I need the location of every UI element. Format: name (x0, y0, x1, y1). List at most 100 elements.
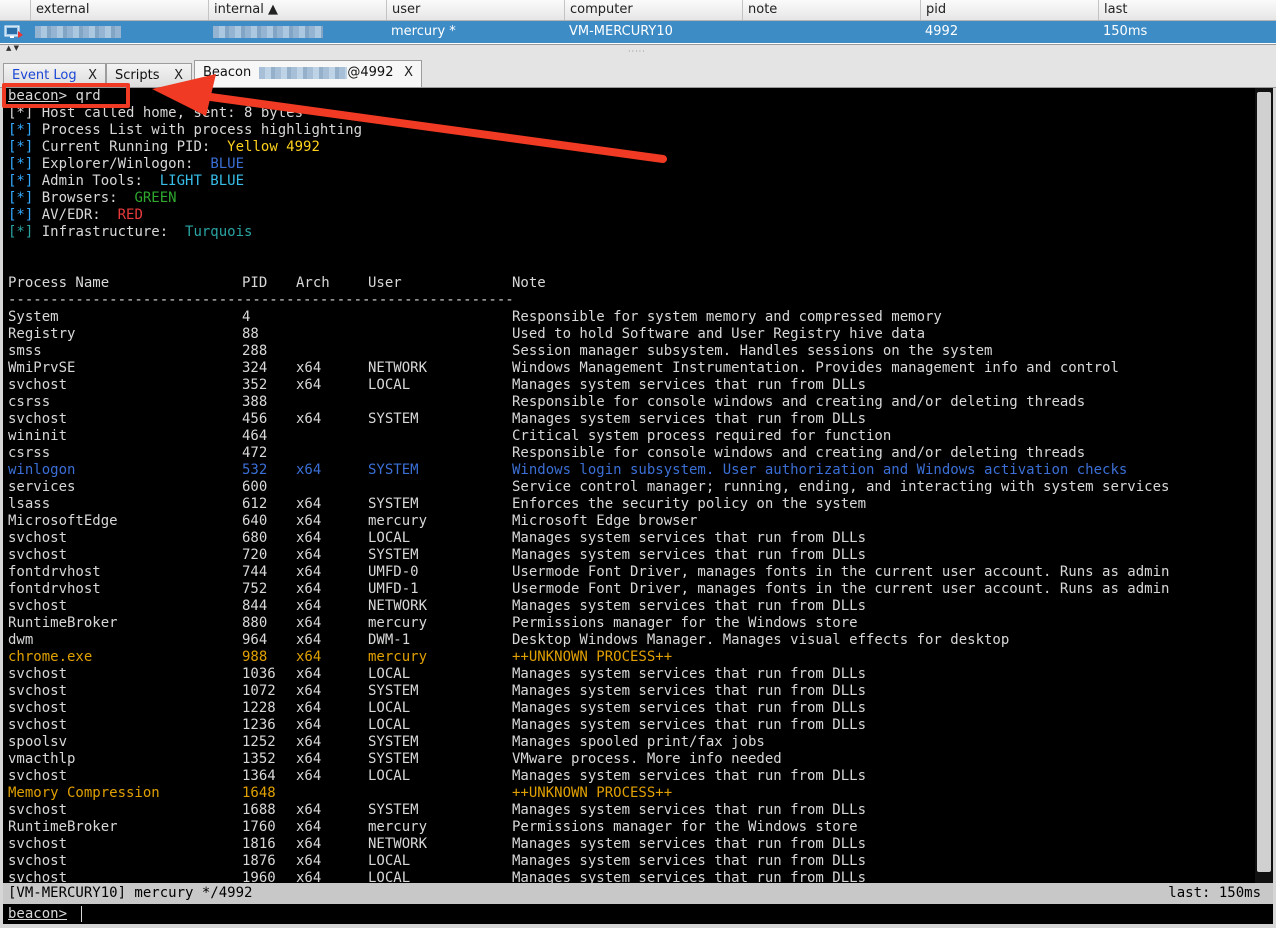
process-pid: 472 (242, 445, 268, 461)
tab-beacon-close-icon[interactable]: X (404, 61, 413, 85)
process-name: csrss (8, 394, 51, 410)
process-row: lsass 612 x64 SYSTEM Enforces the security p… (8, 496, 1248, 513)
column-header-last[interactable]: last (1098, 0, 1276, 20)
process-row: Registry 88 Used to hold Software and User… (8, 326, 1248, 343)
tab-beacon[interactable]: Beacon @4992 X (194, 60, 422, 87)
process-pid: 388 (242, 394, 268, 410)
process-user: mercury (368, 649, 428, 665)
process-user: SYSTEM (368, 411, 419, 427)
process-note: Manages system services that run from DL… (512, 768, 867, 784)
process-pid: 1876 (242, 853, 276, 869)
cell-last: 150ms (1103, 24, 1148, 39)
process-arch: x64 (296, 564, 322, 580)
process-arch: x64 (296, 734, 322, 750)
process-user: LOCAL (368, 768, 411, 784)
splitter-grip-icon[interactable]: ····· (628, 47, 646, 56)
column-header-pid[interactable]: pid (920, 0, 1098, 20)
cell-external (30, 21, 208, 43)
process-pid: 964 (242, 632, 268, 648)
process-name: svchost (8, 700, 68, 716)
process-arch: x64 (296, 513, 322, 529)
process-row: System 4 Responsible for system memory and… (8, 309, 1248, 326)
beacon-console[interactable]: beacon> qrd [*] Host called home, sent: … (3, 88, 1255, 883)
process-pid: 1352 (242, 751, 276, 767)
process-pid: 880 (242, 615, 268, 631)
process-row: svchost 1364 x64 LOCAL Manages system servic… (8, 768, 1248, 785)
process-pid: 1036 (242, 666, 276, 682)
process-pid: 288 (242, 343, 268, 359)
column-header-computer[interactable]: computer (564, 0, 742, 20)
tab-event-log-label: Event Log (12, 68, 77, 83)
process-name: svchost (8, 666, 68, 682)
process-name: Memory Compression (8, 785, 160, 801)
console-scrollbar[interactable] (1255, 88, 1273, 883)
process-pid: 1760 (242, 819, 276, 835)
status-last: last: 150ms (1168, 885, 1261, 901)
column-header-external[interactable]: external (30, 0, 208, 20)
process-name: svchost (8, 768, 68, 784)
info-line: [*] AV/EDR: RED (8, 207, 143, 223)
process-row: csrss 388 Responsible for console windows … (8, 394, 1248, 411)
process-note: Manages system services that run from DL… (512, 666, 867, 682)
process-arch: x64 (296, 581, 322, 597)
process-row: smss 288 Session manager subsystem. Handle… (8, 343, 1248, 360)
process-row: services 600 Service control manager; runn… (8, 479, 1248, 496)
process-row: svchost 844 x64 NETWORK Manages system servi… (8, 598, 1248, 615)
process-user: SYSTEM (368, 683, 419, 699)
process-row: csrss 472 Responsible for console windows … (8, 445, 1248, 462)
process-note: Manages system services that run from DL… (512, 853, 867, 869)
session-table: external internal ▲ user computer note p… (0, 0, 1276, 45)
cell-internal (208, 21, 386, 43)
process-row: svchost 456 x64 SYSTEM Manages system servic… (8, 411, 1248, 428)
process-user: LOCAL (368, 666, 411, 682)
icon-column-header[interactable] (0, 0, 30, 20)
process-row: svchost 1960 x64 LOCAL Manages system servic… (8, 870, 1248, 883)
command-input[interactable] (81, 906, 1262, 922)
info-line: [*] Admin Tools: LIGHT BLUE (8, 173, 245, 189)
process-user: NETWORK (368, 836, 428, 852)
pane-splitter[interactable]: ▲ ▼ ····· (0, 45, 1276, 59)
process-name: csrss (8, 445, 51, 461)
process-pid: 324 (242, 360, 268, 376)
column-header-internal[interactable]: internal ▲ (208, 0, 386, 20)
column-header-note[interactable]: note (742, 0, 920, 20)
process-user: LOCAL (368, 530, 411, 546)
process-name: fontdrvhost (8, 564, 101, 580)
process-arch: x64 (296, 870, 322, 883)
info-line: [*] Browsers: GREEN (8, 190, 177, 206)
process-pid: 1816 (242, 836, 276, 852)
header-pid: PID (242, 275, 268, 291)
process-arch: x64 (296, 768, 322, 784)
process-arch: x64 (296, 649, 322, 665)
process-name: winlogon (8, 462, 76, 478)
process-note: Permissions manager for the Windows stor… (512, 615, 858, 631)
process-row: svchost 1072 x64 SYSTEM Manages system servi… (8, 683, 1248, 700)
process-user: SYSTEM (368, 751, 419, 767)
console-scrollbar-thumb[interactable] (1257, 92, 1271, 872)
info-line: [*] Infrastructure: Turquois (8, 224, 253, 240)
process-name: svchost (8, 411, 68, 427)
cell-note (742, 21, 920, 43)
process-note: Manages system services that run from DL… (512, 530, 867, 546)
session-row[interactable]: mercury * VM-MERCURY10 4992 150ms (0, 21, 1276, 43)
header-separator: ----------------------------------------… (8, 292, 514, 308)
redacted-internal-ip (213, 25, 323, 38)
process-arch: x64 (296, 802, 322, 818)
column-header-user[interactable]: user (386, 0, 564, 20)
process-name: svchost (8, 683, 68, 699)
process-name: System (8, 309, 59, 325)
process-row: vmacthlp 1352 x64 SYSTEM VMware process. Mor… (8, 751, 1248, 768)
process-name: svchost (8, 870, 68, 883)
process-user: UMFD-0 (368, 564, 419, 580)
process-arch: x64 (296, 598, 322, 614)
process-row: MicrosoftEdge 640 x64 mercury Microsoft Edge… (8, 513, 1248, 530)
process-arch: x64 (296, 615, 322, 631)
process-row: Memory Compression 1648 ++UNKNOWN PROCESS+… (8, 785, 1248, 802)
process-row: RuntimeBroker 1760 x64 mercury Permissions m… (8, 819, 1248, 836)
process-name: lsass (8, 496, 51, 512)
splitter-arrows-icon[interactable]: ▲ ▼ (6, 45, 19, 52)
tab-scripts-close-icon[interactable]: X (174, 64, 183, 88)
process-arch: x64 (296, 462, 322, 478)
process-user: mercury (368, 819, 428, 835)
process-note: Manages system services that run from DL… (512, 377, 867, 393)
